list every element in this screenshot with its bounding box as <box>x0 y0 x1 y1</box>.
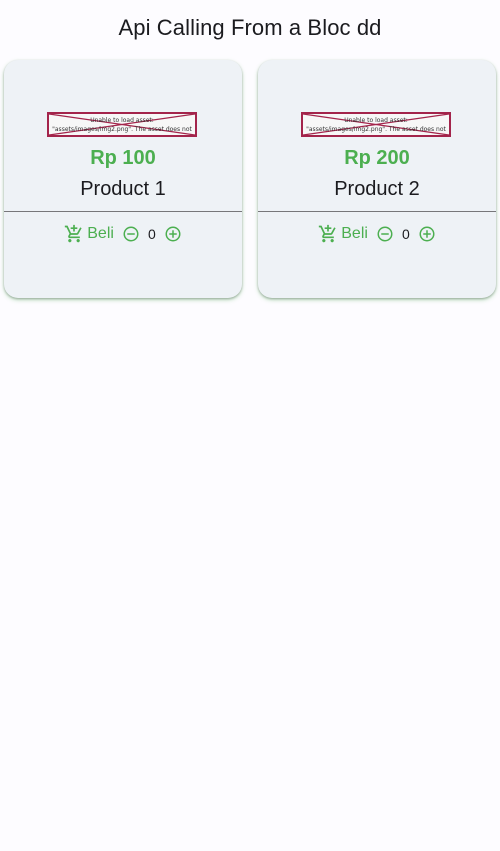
product-card[interactable]: Unable to load asset: "assets/images/img… <box>4 60 242 298</box>
app-bar: Api Calling From a Bloc dd <box>0 0 500 56</box>
decrement-button[interactable] <box>376 225 394 243</box>
remove-circle-outline-icon <box>123 226 139 242</box>
divider <box>258 211 496 212</box>
increment-button[interactable] <box>418 225 436 243</box>
product-actions: Beli 0 <box>258 222 496 246</box>
image-error-text: Unable to load asset: "assets/images/img… <box>52 117 192 133</box>
quantity-value: 0 <box>401 226 410 242</box>
increment-button[interactable] <box>164 225 182 243</box>
product-image-error: Unable to load asset: "assets/images/img… <box>47 112 197 137</box>
quantity-value: 0 <box>147 226 156 242</box>
product-actions: Beli 0 <box>4 222 242 246</box>
buy-button-label: Beli <box>87 225 114 242</box>
add-shopping-cart-icon <box>65 224 82 243</box>
product-name: Product 1 <box>80 178 166 200</box>
add-circle-outline-icon <box>419 226 435 242</box>
buy-button[interactable]: Beli <box>64 224 114 244</box>
buy-button-label: Beli <box>341 225 368 242</box>
product-price: Rp 200 <box>344 147 410 169</box>
product-grid: Unable to load asset: "assets/images/img… <box>4 60 496 298</box>
image-error-text: Unable to load asset: "assets/images/img… <box>306 117 446 133</box>
add-shopping-cart-icon <box>319 224 336 243</box>
buy-button[interactable]: Beli <box>318 224 368 244</box>
decrement-button[interactable] <box>122 225 140 243</box>
remove-circle-outline-icon <box>377 226 393 242</box>
product-image-error: Unable to load asset: "assets/images/img… <box>301 112 451 137</box>
add-circle-outline-icon <box>165 226 181 242</box>
product-price: Rp 100 <box>90 147 156 169</box>
product-name: Product 2 <box>334 178 420 200</box>
product-card[interactable]: Unable to load asset: "assets/images/img… <box>258 60 496 298</box>
divider <box>4 211 242 212</box>
page-title: Api Calling From a Bloc dd <box>118 15 382 40</box>
